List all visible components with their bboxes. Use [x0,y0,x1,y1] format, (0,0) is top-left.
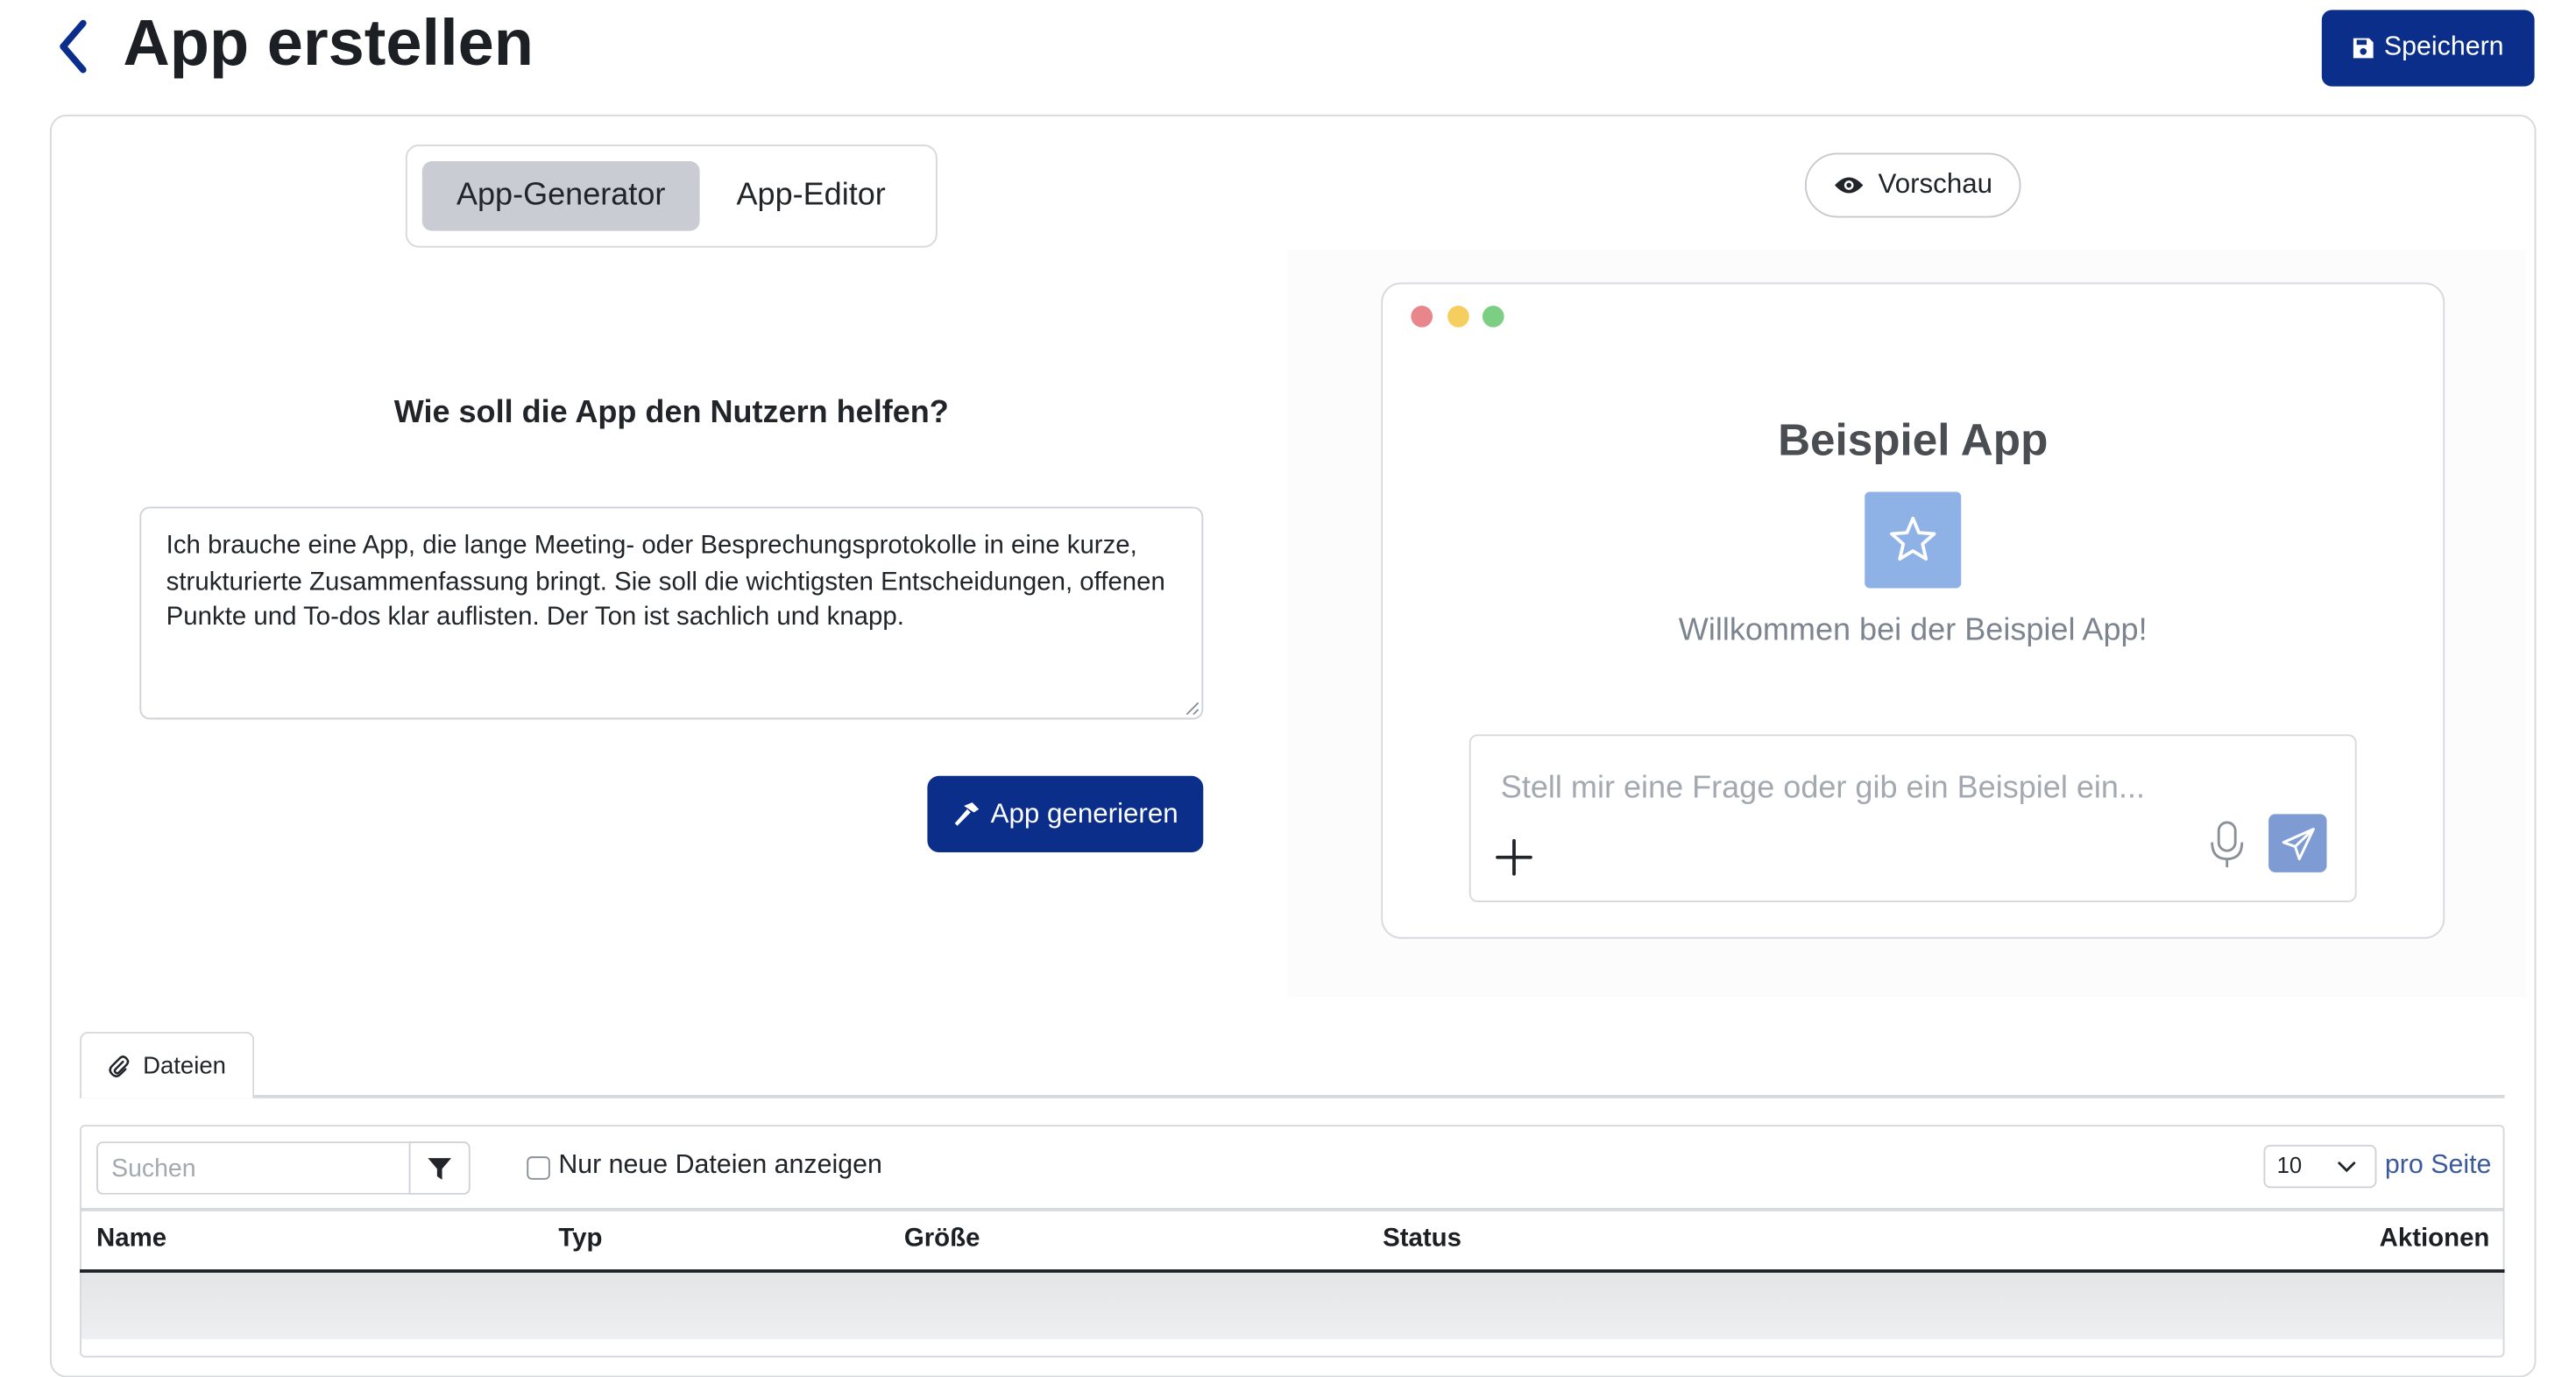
window-close-dot [1411,306,1433,328]
star-icon [1890,516,1936,561]
page-title: App erstellen [123,8,534,81]
funnel-icon [428,1157,451,1179]
chevron-down-icon [2338,1162,2356,1173]
toolbar-divider [80,1207,2505,1211]
preview-welcome-text: Willkommen bei der Beispiel App! [1678,612,2148,648]
tab-files-label: Dateien [143,1052,226,1079]
window-maximize-dot [1482,306,1504,328]
new-files-label: Nur neue Dateien anzeigen [558,1151,882,1180]
mode-switch: App-Generator App-Editor [405,145,938,248]
tab-files[interactable]: Dateien [80,1031,255,1098]
generate-app-button[interactable]: App generieren [927,775,1204,853]
generator-question: Wie soll die App den Nutzern helfen? [393,395,949,431]
column-header-actions: Aktionen [2379,1224,2490,1253]
file-search-input[interactable] [96,1141,411,1195]
preview-app-title: Beispiel App [1778,415,2049,466]
microphone-icon[interactable] [2207,819,2247,869]
hammer-icon [954,801,980,825]
column-header-status[interactable]: Status [1383,1225,1461,1254]
save-button-label: Speichern [2383,32,2504,62]
plus-icon[interactable] [1492,836,1535,879]
save-button[interactable]: Speichern [2321,10,2535,87]
table-body-loading [81,1272,2503,1339]
per-page-label: pro Seite [2384,1151,2492,1180]
window-minimize-dot [1447,306,1469,328]
preview-button-label: Vorschau [1878,169,1993,200]
generate-app-label: App generieren [990,798,1178,829]
floppy-disk-icon [2353,38,2374,59]
resize-grip-icon[interactable] [1184,700,1200,717]
paper-plane-icon [2281,827,2314,860]
new-files-checkbox[interactable] [527,1156,550,1180]
tab-app-editor[interactable]: App-Editor [700,161,923,231]
send-button[interactable] [2268,814,2327,872]
preview-chat-input[interactable] [1500,764,2199,815]
app-description-textarea[interactable] [139,506,1204,720]
tab-app-generator[interactable]: App-Generator [421,160,700,231]
per-page-select[interactable]: 10 [2263,1144,2377,1189]
tab-divider [80,1094,2505,1098]
column-header-type[interactable]: Typ [558,1225,602,1254]
back-arrow-icon[interactable] [50,17,100,76]
preview-button[interactable]: Vorschau [1804,152,2021,218]
column-header-name[interactable]: Name [96,1225,166,1254]
paperclip-icon [109,1055,130,1077]
column-header-size[interactable]: Größe [904,1225,980,1254]
per-page-value: 10 [2276,1153,2303,1178]
preview-app-logo [1865,491,1962,589]
filter-button[interactable] [408,1141,471,1195]
eye-icon [1835,177,1864,194]
